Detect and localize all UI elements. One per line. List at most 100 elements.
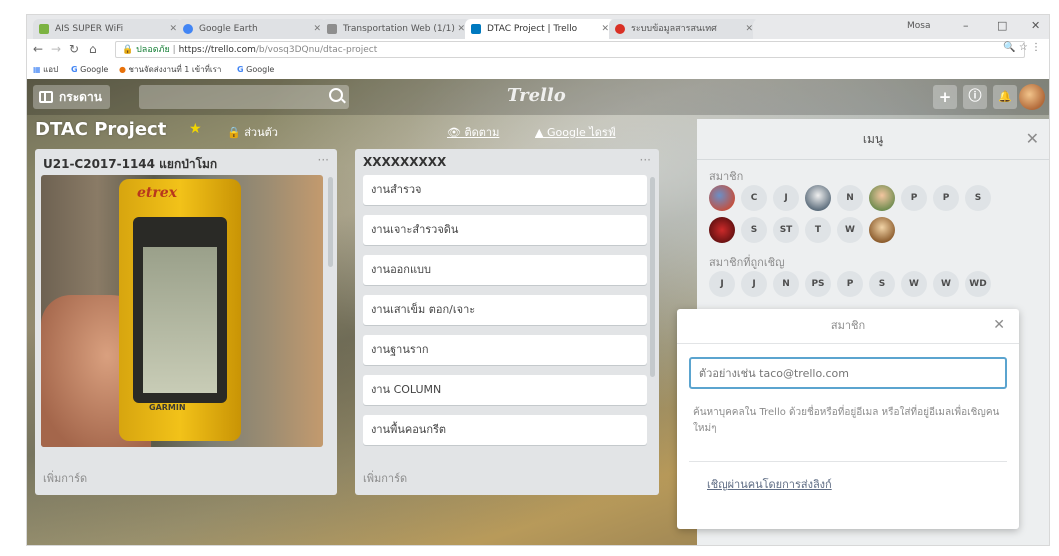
invited-avatar[interactable]: WD <box>965 271 991 297</box>
list-menu-icon[interactable]: ··· <box>640 153 651 167</box>
invited-avatar[interactable]: PS <box>805 271 831 297</box>
boards-icon <box>39 91 53 103</box>
gps-device-image: etrex GARMIN <box>119 179 241 441</box>
list-menu-icon[interactable]: ··· <box>318 153 329 167</box>
watch-link[interactable]: 👁 ติดตาม <box>447 123 499 141</box>
profile-name[interactable]: Mosa <box>907 15 930 39</box>
member-avatar[interactable]: C <box>741 185 767 211</box>
bookmark-google-2[interactable]: G Google <box>237 61 274 79</box>
close-icon[interactable]: ✕ <box>1026 129 1039 148</box>
close-icon[interactable]: ✕ <box>993 317 1005 333</box>
trello-logo[interactable]: Trello <box>507 85 566 106</box>
tab-label: DTAC Project | Trello <box>487 24 578 34</box>
user-avatar[interactable] <box>1019 84 1045 110</box>
invite-by-link-button[interactable]: เชิญผ่านคนโดยการส่งลิงก์ <box>707 475 832 493</box>
gps-screen <box>133 217 227 403</box>
card-column[interactable]: งาน COLUMN <box>363 375 647 405</box>
drive-icon: ▲ <box>535 126 544 139</box>
card-foundation[interactable]: งานฐานราก <box>363 335 647 365</box>
favicon-icon <box>327 24 337 34</box>
new-tab-button[interactable] <box>753 19 793 39</box>
close-tab-icon[interactable]: ✕ <box>601 19 609 39</box>
close-tab-icon[interactable]: ✕ <box>457 19 465 39</box>
tab-strip: AIS SUPER WiFi ✕ Google Earth ✕ Transpor… <box>27 15 1049 39</box>
member-avatar[interactable] <box>709 185 735 211</box>
list-scrollbar[interactable] <box>328 177 333 267</box>
member-avatar[interactable] <box>709 217 735 243</box>
forward-arrow-icon[interactable]: → <box>51 42 61 56</box>
bookmark-google[interactable]: G Google <box>71 61 108 79</box>
search-icon[interactable] <box>329 88 343 102</box>
invited-avatar[interactable]: J <box>709 271 735 297</box>
member-avatar[interactable]: ST <box>773 217 799 243</box>
url-field[interactable]: 🔒 ปลอดภัย | https://trello.com/b/vosq3DQ… <box>115 41 1025 58</box>
member-avatar[interactable]: P <box>901 185 927 211</box>
member-avatar[interactable]: P <box>933 185 959 211</box>
photo-card[interactable]: etrex GARMIN <box>41 175 323 447</box>
star-icon[interactable]: ★ <box>189 121 202 137</box>
card-survey[interactable]: งานสำรวจ <box>363 175 647 205</box>
tab-info-system[interactable]: ระบบข้อมูลสารสนเทศ ✕ <box>609 19 759 39</box>
trello-board: กระดาน Trello + ⓘ 🔔 DTAC Project ★ 🔒 ส่ว… <box>27 79 1049 545</box>
bookmark-assignment[interactable]: ● ชานจัดส่งงานที่ 1 เข้าที่เรา <box>119 61 221 79</box>
member-search-input[interactable] <box>689 357 1007 389</box>
member-avatar[interactable]: W <box>837 217 863 243</box>
trello-header: กระดาน Trello + ⓘ 🔔 <box>27 79 1049 115</box>
tab-dtac-trello[interactable]: DTAC Project | Trello ✕ <box>465 19 615 39</box>
tab-ais-wifi[interactable]: AIS SUPER WiFi ✕ <box>33 19 183 39</box>
google-icon: G <box>237 65 244 74</box>
bookmark-star-icon[interactable]: 🔍 ☆ ⋮ <box>1003 42 1041 53</box>
member-avatar[interactable]: S <box>741 217 767 243</box>
invited-avatar[interactable]: W <box>901 271 927 297</box>
notification-bell-icon[interactable]: 🔔 <box>993 85 1017 109</box>
member-avatar[interactable]: J <box>773 185 799 211</box>
bookmark-apps[interactable]: ▦ แอป <box>33 61 58 79</box>
google-drive-link[interactable]: ▲ Google ไดรฟ์ <box>535 123 616 141</box>
boards-button[interactable]: กระดาน <box>33 85 110 109</box>
reload-icon[interactable]: ↻ <box>69 42 79 56</box>
url-host: https://trello.com <box>178 45 256 55</box>
secure-lock-icon: 🔒 <box>122 45 134 55</box>
maximize-button[interactable]: □ <box>997 15 1007 39</box>
device-label: etrex <box>137 185 178 201</box>
member-avatar[interactable] <box>869 185 895 211</box>
invited-avatar[interactable]: S <box>869 271 895 297</box>
member-avatar[interactable] <box>805 185 831 211</box>
member-avatar[interactable]: T <box>805 217 831 243</box>
search-input[interactable] <box>139 85 349 109</box>
info-icon[interactable]: ⓘ <box>963 85 987 109</box>
board-title[interactable]: DTAC Project <box>35 119 166 140</box>
back-arrow-icon[interactable]: ← <box>33 42 43 56</box>
close-tab-icon[interactable]: ✕ <box>313 19 321 39</box>
card-design[interactable]: งานออกแบบ <box>363 255 647 285</box>
member-avatar[interactable] <box>869 217 895 243</box>
add-card-button[interactable]: เพิ่มการ์ด <box>363 469 407 487</box>
list-title[interactable]: XXXXXXXXX <box>363 155 446 169</box>
member-avatar[interactable]: N <box>837 185 863 211</box>
tab-google-earth[interactable]: Google Earth ✕ <box>177 19 327 39</box>
invited-avatar[interactable]: W <box>933 271 959 297</box>
tab-transportation[interactable]: Transportation Web (1/1) ✕ <box>321 19 471 39</box>
card-concrete-floor[interactable]: งานพื้นคอนกรีต <box>363 415 647 445</box>
invited-avatar[interactable]: P <box>837 271 863 297</box>
member-avatar[interactable]: S <box>965 185 991 211</box>
invited-avatar[interactable]: N <box>773 271 799 297</box>
add-card-button[interactable]: เพิ่มการ์ด <box>43 469 87 487</box>
list-scrollbar[interactable] <box>650 177 655 377</box>
favicon-icon <box>615 24 625 34</box>
visibility-private-button[interactable]: 🔒 ส่วนตัว <box>227 123 278 141</box>
minimize-button[interactable]: – <box>963 15 969 39</box>
add-button[interactable]: + <box>933 85 957 109</box>
close-tab-icon[interactable]: ✕ <box>169 19 177 39</box>
card-piling[interactable]: งานเสาเข็ม ตอก/เจาะ <box>363 295 647 325</box>
list-title[interactable]: U21-C2017-1144 แยกป่าโมก <box>43 155 217 174</box>
url-separator: | <box>172 45 176 55</box>
home-icon[interactable]: ⌂ <box>89 42 97 56</box>
bookmark-label: Google <box>246 65 275 74</box>
card-soil-boring[interactable]: งานเจาะสำรวจดิน <box>363 215 647 245</box>
url-path: /b/vosq3DQnu/dtac-project <box>255 45 378 55</box>
popover-title: สมาชิก <box>677 309 1019 344</box>
invited-avatar[interactable]: J <box>741 271 767 297</box>
close-tab-icon[interactable]: ✕ <box>745 19 753 39</box>
window-close-button[interactable]: ✕ <box>1031 15 1040 39</box>
